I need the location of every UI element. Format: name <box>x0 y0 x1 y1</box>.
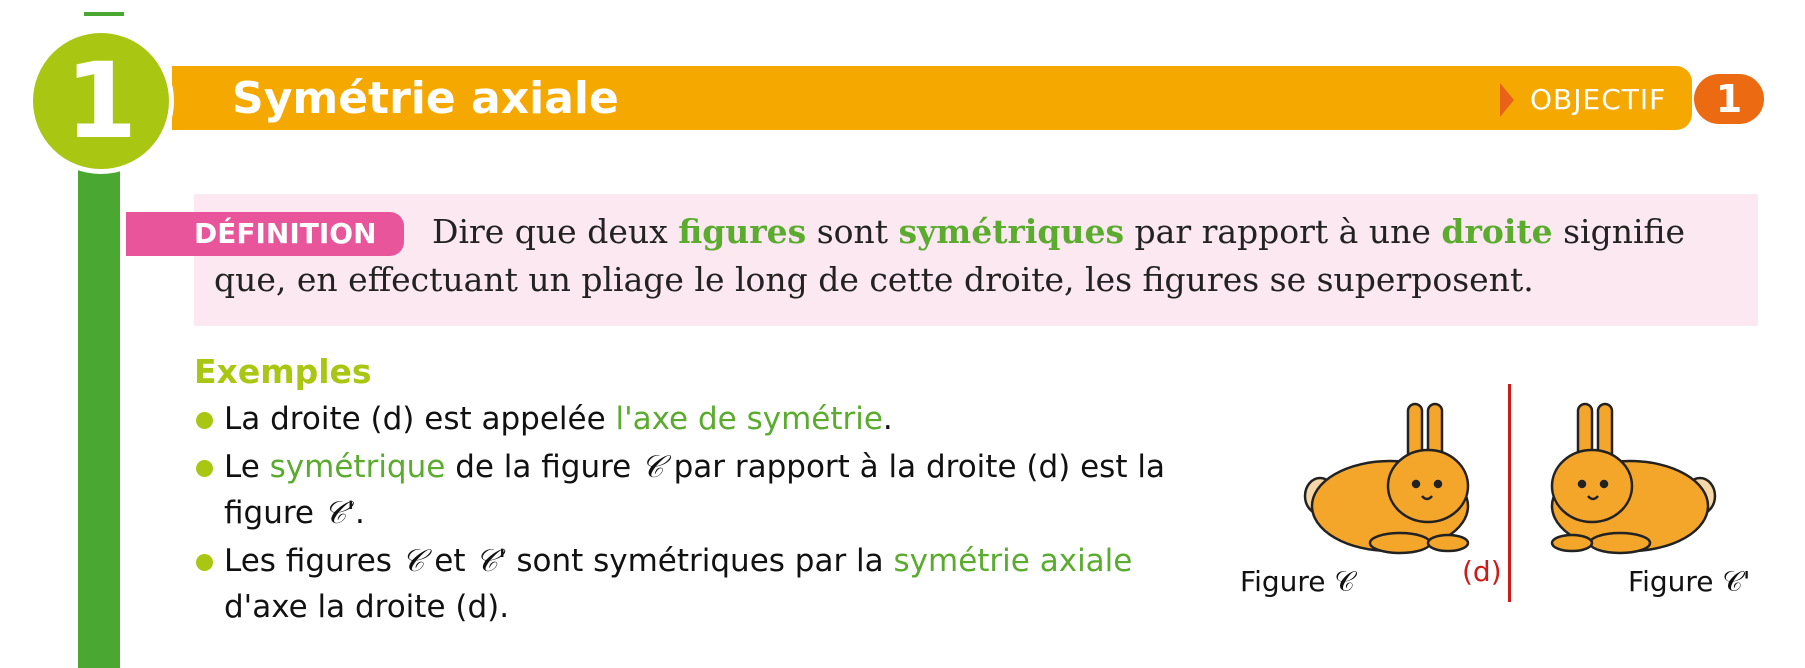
objective-number: 1 <box>1694 74 1764 124</box>
definition-tag: DÉFINITION <box>126 212 404 256</box>
top-tick-decoration <box>84 12 124 16</box>
axis-label: (d) <box>1462 555 1502 588</box>
section-title: Symétrie axiale <box>232 73 619 124</box>
figure-c-prime-label: Figure 𝒞' <box>1628 565 1751 598</box>
definition-text: Dire que deux figures sont symétriques p… <box>214 212 1686 299</box>
list-item: La droite (d) est appelée l'axe de symét… <box>196 396 1196 442</box>
side-bar-decoration <box>78 170 120 668</box>
objective-label: OBJECTIF <box>1530 83 1667 116</box>
rabbit-figure-right <box>1550 402 1717 555</box>
symmetry-axis-line <box>1508 384 1511 602</box>
examples-list: La droite (d) est appelée l'axe de symét… <box>196 396 1196 632</box>
section-number-badge: 1 <box>28 28 174 174</box>
figure-c-label: Figure 𝒞 <box>1240 565 1355 598</box>
list-item: Le symétrique de la figure 𝒞 par rapport… <box>196 444 1196 536</box>
rabbit-figure-left <box>1303 402 1470 555</box>
list-item: Les figures 𝒞 et 𝒞' sont symétriques par… <box>196 538 1196 630</box>
chevron-right-icon <box>1500 83 1514 117</box>
examples-heading: Exemples <box>194 352 372 391</box>
